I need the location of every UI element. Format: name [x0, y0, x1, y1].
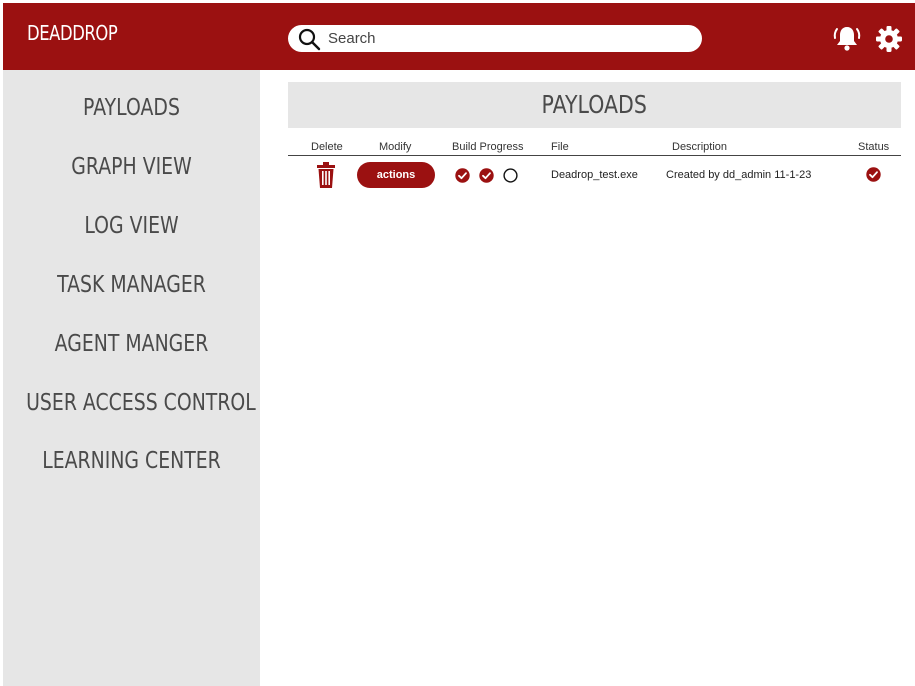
sidebar-item-log-view[interactable]: LOG VIEW	[26, 213, 237, 239]
empty-circle-icon	[503, 168, 518, 183]
column-header-description: Description	[672, 141, 728, 153]
sidebar-item-learning-center[interactable]: LEARNING CENTER	[26, 448, 237, 474]
top-header: DEADDROP	[3, 3, 915, 70]
trash-icon[interactable]	[316, 162, 336, 188]
app-window: DEADDROP PAYLOADS	[0, 0, 915, 686]
sidebar-item-user-access-control[interactable]: USER ACCESS CONTROL	[26, 390, 256, 416]
status-check-icon	[866, 167, 881, 182]
sidebar: PAYLOADS GRAPH VIEW LOG VIEW TASK MANAGE…	[3, 70, 260, 686]
search-icon	[298, 28, 321, 51]
page-title: PAYLOADS	[541, 90, 648, 119]
actions-button[interactable]: actions	[357, 162, 435, 188]
column-header-status: Status	[858, 141, 890, 153]
check-circle-icon	[455, 168, 470, 183]
gear-icon[interactable]	[875, 25, 903, 53]
app-logo[interactable]: DEADDROP	[27, 21, 118, 45]
search-input[interactable]	[328, 27, 688, 49]
sidebar-item-agent-manager[interactable]: AGENT MANGER	[26, 331, 237, 357]
sidebar-item-payloads[interactable]: PAYLOADS	[26, 95, 237, 121]
bell-icon[interactable]	[832, 23, 862, 53]
description-text: Created by dd_admin 11-1-23	[666, 169, 812, 181]
file-name: Deadrop_test.exe	[551, 169, 638, 181]
column-header-delete: Delete	[311, 141, 343, 153]
column-header-modify: Modify	[379, 141, 412, 153]
check-circle-icon	[479, 168, 494, 183]
table-header-divider	[288, 155, 901, 156]
sidebar-item-task-manager[interactable]: TASK MANAGER	[26, 272, 237, 298]
column-header-build-progress: Build Progress	[452, 141, 524, 153]
search-bar[interactable]	[288, 25, 702, 52]
page-title-bar: PAYLOADS	[288, 82, 901, 128]
column-header-file: File	[551, 141, 569, 153]
sidebar-item-graph-view[interactable]: GRAPH VIEW	[26, 154, 237, 180]
